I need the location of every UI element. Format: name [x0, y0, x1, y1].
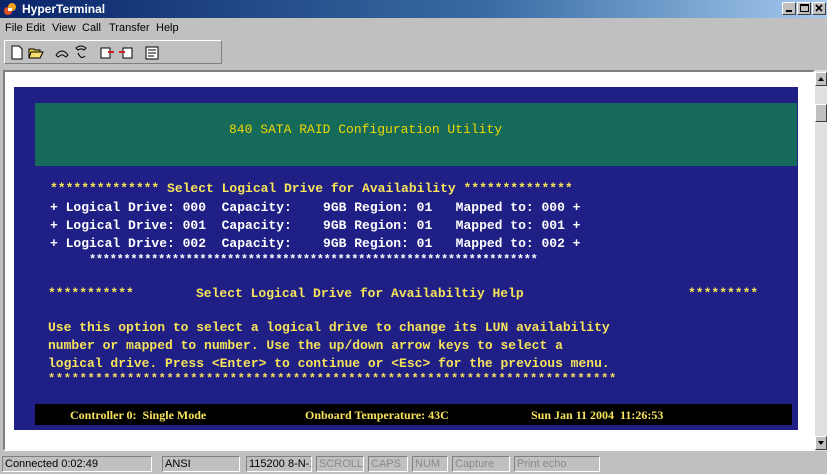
disconnect-icon — [55, 50, 69, 58]
help-line: number or mapped to number. Use the up/d… — [48, 338, 563, 353]
date-time: Sun Jan 11 2004 11:26:53 — [531, 408, 664, 422]
title-bar[interactable]: HyperTerminal — [0, 0, 827, 18]
maximize-button[interactable] — [797, 2, 811, 15]
hyperterminal-icon — [4, 3, 16, 15]
close-button[interactable] — [812, 2, 826, 15]
scroll-up-button[interactable] — [815, 72, 827, 86]
window-title: HyperTerminal — [22, 2, 106, 16]
menu-file[interactable]: File — [5, 22, 23, 34]
receive-button[interactable] — [117, 44, 135, 61]
menu-edit[interactable]: Edit — [26, 22, 45, 34]
caps-lock-indicator: CAPS — [368, 456, 408, 472]
menu-call[interactable]: Call — [82, 22, 101, 34]
help-divider: ****************************************… — [48, 372, 617, 386]
logical-drive-row[interactable]: + Logical Drive: 001 Capacity: 9GB Regio… — [50, 218, 581, 233]
new-button[interactable] — [8, 44, 26, 61]
minimize-icon — [786, 10, 792, 12]
scroll-down-button[interactable] — [815, 436, 827, 450]
controller-mode: Controller 0: Single Mode — [70, 408, 207, 422]
section-title: ************** Select Logical Drive for … — [50, 181, 573, 196]
disconnect-button[interactable] — [53, 44, 71, 61]
properties-button[interactable] — [143, 44, 161, 61]
arrow-up-icon — [818, 77, 824, 81]
section-divider: ****************************************… — [89, 253, 538, 267]
new-icon — [11, 45, 23, 60]
send-button[interactable] — [98, 44, 116, 61]
logical-drive-row[interactable]: + Logical Drive: 000 Capacity: 9GB Regio… — [50, 200, 581, 215]
menu-help[interactable]: Help — [156, 22, 179, 34]
help-stars-left: *********** — [48, 286, 134, 301]
help-line: Use this option to select a logical driv… — [48, 320, 610, 335]
minimize-button[interactable] — [782, 2, 796, 15]
scroll-thumb[interactable] — [815, 104, 827, 122]
properties-icon — [145, 46, 159, 60]
vertical-scrollbar[interactable] — [815, 70, 827, 451]
dial-button[interactable] — [72, 44, 90, 61]
menu-transfer[interactable]: Transfer — [109, 22, 150, 34]
arrow-down-icon — [818, 441, 824, 445]
receive-icon — [119, 47, 133, 59]
logical-drive-row[interactable]: + Logical Drive: 002 Capacity: 9GB Regio… — [50, 236, 581, 251]
scroll-lock-indicator: SCROLL — [316, 456, 364, 472]
onboard-temperature: Onboard Temperature: 43C — [305, 408, 449, 422]
close-icon — [815, 4, 823, 12]
help-title: Select Logical Drive for Availabiltiy He… — [196, 286, 524, 301]
dial-icon — [75, 45, 87, 58]
send-icon — [100, 47, 114, 59]
toolbar — [4, 40, 222, 64]
open-button[interactable] — [27, 44, 45, 61]
help-line: logical drive. Press <Enter> to continue… — [48, 356, 610, 371]
emulation: ANSI — [162, 456, 240, 472]
menu-view[interactable]: View — [52, 22, 76, 34]
utility-title: 840 SATA RAID Configuration Utility — [229, 122, 503, 137]
print-echo-indicator: Print echo — [514, 456, 600, 472]
help-stars-right: ********* — [688, 286, 759, 301]
port-settings: 115200 8-N-1 — [246, 456, 312, 472]
menu-bar: File Edit View Call Transfer Help — [0, 19, 827, 37]
connection-time: Connected 0:02:49 — [2, 456, 152, 472]
capture-indicator: Capture — [452, 456, 510, 472]
open-icon — [28, 48, 44, 59]
maximize-icon — [800, 4, 809, 12]
num-lock-indicator: NUM — [412, 456, 448, 472]
status-bar: Connected 0:02:49 ANSI 115200 8-N-1 SCRO… — [0, 454, 827, 474]
